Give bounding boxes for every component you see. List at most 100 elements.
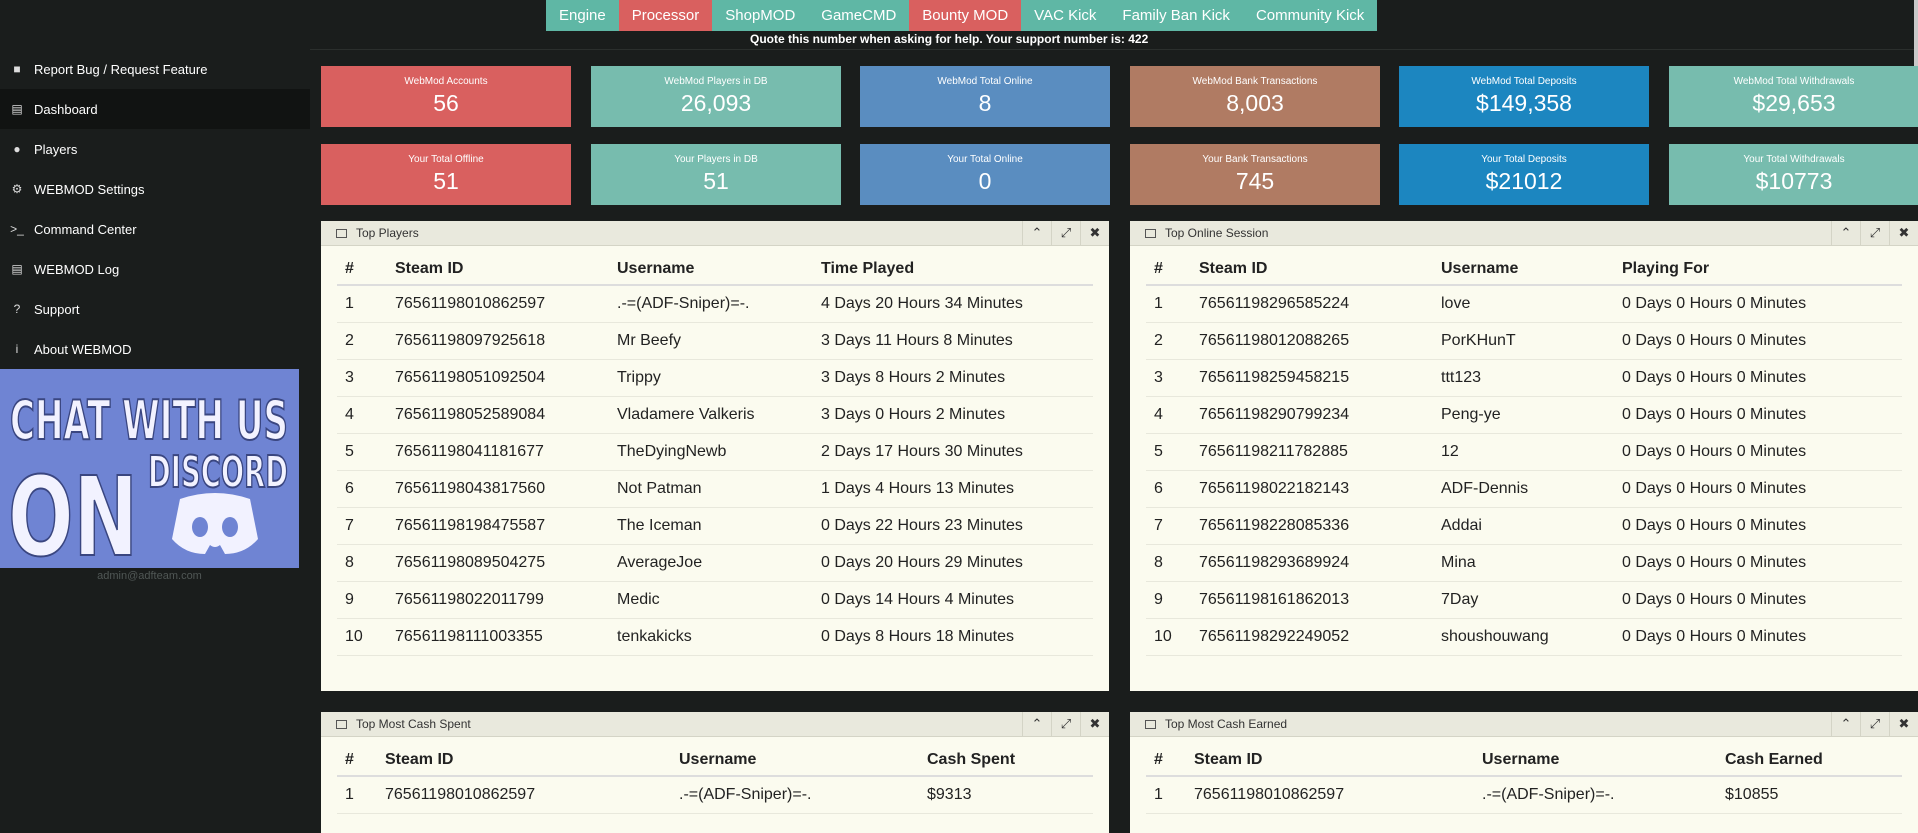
sidebar-item-webmod-log[interactable]: ▤ WEBMOD Log	[0, 249, 310, 289]
nav-processor[interactable]: Processor	[618, 0, 713, 31]
nav-family-ban-kick[interactable]: Family Ban Kick	[1109, 0, 1243, 31]
expand-icon[interactable]: ⤢	[1051, 712, 1080, 736]
column-header[interactable]: #	[1146, 740, 1186, 777]
panel-header: Top Most Cash Spent ⌃ ⤢ ✖	[321, 712, 1109, 737]
expand-icon[interactable]: ⤢	[1860, 712, 1889, 736]
stat-label: Your Total Offline	[408, 154, 484, 165]
close-icon[interactable]: ✖	[1889, 712, 1918, 736]
sidebar-item-command-center[interactable]: >_ Command Center	[0, 209, 310, 249]
table-header-row: # Steam ID Username Time Played	[337, 249, 1093, 286]
collapse-icon[interactable]: ⌃	[1831, 221, 1860, 245]
table-row[interactable]: 7 76561198198475587 The Iceman 0 Days 22 Ho…	[337, 507, 1093, 545]
table-row[interactable]: 6 76561198043817560 Not Patman 1 Days 4 Hou…	[337, 470, 1093, 508]
table-row[interactable]: 6 76561198022182143 ADF-Dennis 0 Days 0 Hou…	[1146, 470, 1902, 508]
panel-title: Top Most Cash Spent	[356, 717, 471, 731]
stat-label: WebMod Bank Transactions	[1192, 76, 1318, 87]
table-cell: 76561198010862597	[1186, 776, 1474, 814]
discord-banner[interactable]: CHAT WITH US ON DISCORD	[0, 369, 299, 568]
nav-engine[interactable]: Engine	[546, 0, 619, 31]
table-cell: 76561198041181677	[387, 433, 609, 471]
column-header[interactable]: Username	[1433, 249, 1614, 286]
table-cell: 0 Days 0 Hours 0 Minutes	[1614, 285, 1902, 323]
stat-label: Your Total Online	[947, 154, 1023, 165]
table-cell: 0 Days 0 Hours 0 Minutes	[1614, 618, 1902, 656]
table-row[interactable]: 9 76561198161862013 7Day 0 Days 0 Hours 0 M…	[1146, 581, 1902, 619]
table-row[interactable]: 1 76561198296585224 love 0 Days 0 Hours 0 M…	[1146, 285, 1902, 323]
table-row[interactable]: 9 76561198022011799 Medic 0 Days 14 Hours 4…	[337, 581, 1093, 619]
close-icon[interactable]: ✖	[1080, 221, 1109, 245]
table-row[interactable]: 2 76561198012088265 PorKHunT 0 Days 0 Hours…	[1146, 322, 1902, 360]
table-cell: tenkakicks	[609, 618, 813, 656]
column-header[interactable]: Username	[609, 249, 813, 286]
column-header[interactable]: Steam ID	[387, 249, 609, 286]
nav-gamecmd[interactable]: GameCMD	[808, 0, 910, 31]
table-row[interactable]: 8 76561198089504275 AverageJoe 0 Days 20 Ho…	[337, 544, 1093, 582]
nav-shopmod[interactable]: ShopMOD	[712, 0, 809, 31]
column-header[interactable]: Playing For	[1614, 249, 1902, 286]
sidebar-item-report-bug[interactable]: ■ Report Bug / Request Feature	[0, 49, 310, 89]
nav-bounty-mod[interactable]: Bounty MOD	[909, 0, 1022, 31]
table-row[interactable]: 5 76561198211782885 12 0 Days 0 Hours 0 Min…	[1146, 433, 1902, 471]
column-header[interactable]: Username	[1474, 740, 1717, 777]
table-row[interactable]: 4 76561198290799234 Peng-ye 0 Days 0 Hours …	[1146, 396, 1902, 434]
column-header[interactable]: Steam ID	[377, 740, 671, 777]
column-header[interactable]: #	[337, 740, 377, 777]
table-row[interactable]: 1 76561198010862597 .-=(ADF-Sniper)=-. 4 Da…	[337, 285, 1093, 323]
table-row[interactable]: 5 76561198041181677 TheDyingNewb 2 Days 17 …	[337, 433, 1093, 471]
stat-label: Your Total Withdrawals	[1743, 154, 1845, 165]
column-header[interactable]: Steam ID	[1186, 740, 1474, 777]
column-header[interactable]: Steam ID	[1191, 249, 1433, 286]
table-cell: 0 Days 0 Hours 0 Minutes	[1614, 433, 1902, 471]
panel-header: Top Online Session ⌃ ⤢ ✖	[1130, 221, 1918, 246]
sidebar-item-webmod-settings[interactable]: ⚙ WEBMOD Settings	[0, 169, 310, 209]
table-row[interactable]: 1 76561198010862597 .-=(ADF-Sniper)=-. $108…	[1146, 776, 1902, 814]
collapse-icon[interactable]: ⌃	[1831, 712, 1860, 736]
table-cell: 9	[337, 581, 387, 619]
table-row[interactable]: 8 76561198293689924 Mina 0 Days 0 Hours 0 M…	[1146, 544, 1902, 582]
expand-icon[interactable]: ⤢	[1860, 221, 1889, 245]
sidebar: ■ Report Bug / Request Feature ▤ Dashboa…	[0, 49, 310, 369]
support-number-message: Quote this number when asking for help. …	[750, 32, 1149, 46]
table-cell: 76561198292249052	[1191, 618, 1433, 656]
stat-your-bank-transactions: Your Bank Transactions 745	[1130, 144, 1380, 205]
panel-header: Top Players ⌃ ⤢ ✖	[321, 221, 1109, 246]
column-header[interactable]: #	[337, 249, 387, 286]
column-header[interactable]: Cash Spent	[919, 740, 1093, 777]
column-header[interactable]: Time Played	[813, 249, 1093, 286]
expand-icon[interactable]: ⤢	[1051, 221, 1080, 245]
sidebar-item-label: Command Center	[34, 221, 137, 237]
nav-community-kick[interactable]: Community Kick	[1242, 0, 1378, 31]
sidebar-item-dashboard[interactable]: ▤ Dashboard	[0, 89, 310, 129]
stat-label: WebMod Accounts	[404, 76, 488, 87]
table-cell: 2	[1146, 322, 1191, 360]
table-row[interactable]: 7 76561198228085336 Addai 0 Days 0 Hours 0 …	[1146, 507, 1902, 545]
table-row[interactable]: 10 76561198111003355 tenkakicks 0 Days 8 Ho…	[337, 618, 1093, 656]
column-header[interactable]: Username	[671, 740, 919, 777]
sidebar-item-support[interactable]: ? Support	[0, 289, 310, 329]
stat-your-total-deposits: Your Total Deposits $21012	[1399, 144, 1649, 205]
nav-vac-kick[interactable]: VAC Kick	[1021, 0, 1110, 31]
table-cell: 8	[337, 544, 387, 582]
footer-email[interactable]: admin@adfteam.com	[0, 570, 299, 582]
collapse-icon[interactable]: ⌃	[1022, 221, 1051, 245]
stat-value: 56	[433, 90, 459, 116]
sidebar-item-about-webmod[interactable]: i About WEBMOD	[0, 329, 310, 369]
table-row[interactable]: 10 76561198292249052 shoushouwang 0 Days 0 …	[1146, 618, 1902, 656]
table-row[interactable]: 4 76561198052589084 Vladamere Valkeris 3 Da…	[337, 396, 1093, 434]
stat-webmod-bank-transactions: WebMod Bank Transactions 8,003	[1130, 66, 1380, 127]
top-players-table: # Steam ID Username Time Played 1 76561198010…	[337, 249, 1093, 656]
close-icon[interactable]: ✖	[1080, 712, 1109, 736]
table-row[interactable]: 2 76561198097925618 Mr Beefy 3 Days 11 Hour…	[337, 322, 1093, 360]
close-icon[interactable]: ✖	[1889, 221, 1918, 245]
table-row[interactable]: 3 76561198259458215 ttt123 0 Days 0 Hours 0…	[1146, 359, 1902, 397]
column-header[interactable]: Cash Earned	[1717, 740, 1902, 777]
table-row[interactable]: 1 76561198010862597 .-=(ADF-Sniper)=-. $931…	[337, 776, 1093, 814]
table-cell: 0 Days 0 Hours 0 Minutes	[1614, 322, 1902, 360]
table-row[interactable]: 3 76561198051092504 Trippy 3 Days 8 Hours 2…	[337, 359, 1093, 397]
stat-label: WebMod Total Online	[937, 76, 1033, 87]
collapse-icon[interactable]: ⌃	[1022, 712, 1051, 736]
table-cell: 6	[337, 470, 387, 508]
column-header[interactable]: #	[1146, 249, 1191, 286]
table-cell: 76561198198475587	[387, 507, 609, 545]
sidebar-item-players[interactable]: ● Players	[0, 129, 310, 169]
